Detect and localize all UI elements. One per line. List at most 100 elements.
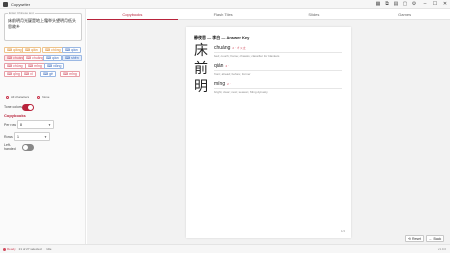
chip-label: qiān bbox=[31, 48, 38, 52]
pinyin-chip[interactable]: ⌨ xī bbox=[21, 71, 36, 77]
pinyin-text: míng bbox=[214, 81, 226, 87]
textbox-value[interactable]: 床前明月光疑是地上霜举头望明月低头思故乡 bbox=[8, 18, 78, 30]
keyboard-icon: ⌨ bbox=[45, 48, 51, 52]
keyboard-icon: ⌨ bbox=[24, 72, 30, 76]
radio-none[interactable] bbox=[37, 95, 41, 99]
tab-slides[interactable]: Slides bbox=[269, 9, 360, 19]
reset-button[interactable]: ⟲ Reset bbox=[405, 235, 425, 242]
page-number: 1/4 bbox=[340, 229, 345, 233]
pinyin: qián 2 ˊ bbox=[214, 63, 229, 69]
status-bar: Ready 21 of 27 selected · Idle v1.0.0 bbox=[0, 244, 450, 253]
hanzi: 床 bbox=[194, 43, 208, 59]
tab-games[interactable]: Games bbox=[359, 9, 450, 19]
chip-label: mīng bbox=[34, 64, 42, 68]
chip-label: chǔng bbox=[13, 64, 23, 68]
per-row-label: Per row bbox=[4, 123, 17, 127]
keyboard-icon: ⌨ bbox=[65, 48, 71, 52]
selection-radio-group: All characters None bbox=[6, 95, 57, 99]
status-selection: 21 of 27 selected bbox=[18, 247, 42, 251]
status-separator: · bbox=[43, 247, 45, 251]
character-entry: 床 chuáng 2 ˊ ㄔㄨㄤ bed; couch; frame; chass… bbox=[194, 43, 344, 61]
rows-value: 1 bbox=[17, 134, 19, 139]
per-row-value: 8 bbox=[20, 122, 22, 127]
keyboard-icon: ⌨ bbox=[46, 56, 52, 60]
pinyin-chip[interactable]: ⌨ chōng bbox=[42, 47, 64, 53]
rows-label: Rows bbox=[4, 135, 13, 139]
chip-label: qīng bbox=[13, 72, 20, 76]
sidebar: Enter Chinese text 床前明月光疑是地上霜举头望明月低头思故乡 … bbox=[0, 9, 86, 244]
pinyin-chip[interactable]: ⌨ chǔng bbox=[4, 63, 26, 69]
section-title-copybooks: Copybooks bbox=[4, 113, 26, 118]
status-dot-icon bbox=[3, 247, 6, 251]
back-button[interactable]: ← Back bbox=[426, 235, 445, 242]
gloss: front; ahead; before; former bbox=[214, 72, 251, 76]
chip-label: xiōng bbox=[53, 64, 62, 68]
minimize-button[interactable]: – bbox=[420, 0, 430, 9]
chinese-text-input[interactable]: Enter Chinese text 床前明月光疑是地上霜举头望明月低头思故乡 bbox=[4, 11, 82, 41]
close-button[interactable]: ✕ bbox=[440, 0, 450, 9]
app-title: Copywriter bbox=[11, 1, 31, 7]
tab-copybooks[interactable]: Copybooks bbox=[87, 9, 178, 20]
per-row-select[interactable]: 8 ▼ bbox=[17, 120, 54, 129]
chip-label: shēn bbox=[71, 56, 79, 60]
pinyin-text: qián bbox=[214, 63, 224, 69]
tone-colors-label: Tone colors bbox=[4, 105, 22, 109]
tab-bar: Copybooks Flash Tiles Slides Games bbox=[87, 9, 450, 20]
character-entry: 前 qián 2 ˊ front; ahead; before; former bbox=[194, 61, 344, 79]
tab-flash-tiles[interactable]: Flash Tiles bbox=[178, 9, 269, 19]
chip-label: gē bbox=[49, 72, 53, 76]
hanzi: 明 bbox=[194, 79, 208, 95]
pinyin-chip[interactable]: ⌨ qián bbox=[62, 47, 81, 53]
rows-select[interactable]: 1 ▼ bbox=[14, 132, 50, 141]
chip-label: chuāng bbox=[32, 56, 44, 60]
settings-icon[interactable]: ⚙ bbox=[411, 1, 417, 7]
back-label: Back bbox=[433, 236, 442, 241]
left-handed-toggle[interactable] bbox=[22, 144, 34, 151]
pinyin: míng 2 ˊ bbox=[214, 81, 231, 87]
archive-icon[interactable]: ▤ bbox=[393, 1, 399, 7]
divider bbox=[214, 52, 342, 53]
radio-all-characters[interactable] bbox=[6, 95, 9, 99]
gloss: bright; clear; next; season; Ming dynast… bbox=[214, 90, 268, 94]
pinyin-chip[interactable]: ⌨ qiān bbox=[22, 47, 41, 53]
title-bar: Copywriter ▦ ⧉ ▤ ▢ ⚙ – ☐ ✕ bbox=[0, 0, 450, 9]
maximize-button[interactable]: ☐ bbox=[430, 0, 440, 9]
pinyin-chip[interactable]: ⌨ mīng bbox=[60, 71, 80, 77]
left-handed-label: Left-handed bbox=[4, 143, 16, 151]
keyboard-icon: ⌨ bbox=[28, 64, 34, 68]
page-title: 静夜思 — 李白 — Answer Key bbox=[194, 35, 250, 40]
gloss: bed; couch; frame; chassis; classifier f… bbox=[214, 54, 280, 58]
radio-all-label: All characters bbox=[11, 95, 30, 99]
chip-label: qián bbox=[71, 48, 78, 52]
chat-icon[interactable]: ▢ bbox=[402, 1, 408, 7]
divider bbox=[214, 70, 342, 71]
pinyin-chip[interactable]: ⌨ mīng bbox=[25, 63, 45, 69]
chevron-down-icon: ▼ bbox=[44, 134, 47, 139]
reset-icon: ⟲ bbox=[408, 236, 411, 241]
pinyin-chip[interactable]: ⌨ xiōng bbox=[44, 63, 65, 69]
app-logo-icon bbox=[3, 1, 8, 7]
pinyin-text: chuáng bbox=[214, 45, 231, 51]
worksheet-page: 静夜思 — 李白 — Answer Key 床 chuáng 2 ˊ ㄔㄨㄤ be… bbox=[186, 27, 351, 238]
chip-label: qián bbox=[52, 56, 59, 60]
grid-icon[interactable]: ▦ bbox=[375, 1, 381, 7]
main-content: 静夜思 — 李白 — Answer Key 床 chuáng 2 ˊ ㄔㄨㄤ be… bbox=[87, 20, 450, 244]
pinyin: chuáng 2 ˊ ㄔㄨㄤ bbox=[214, 45, 246, 51]
tone-colors-toggle[interactable] bbox=[22, 104, 34, 111]
chip-label: chōng bbox=[51, 48, 61, 52]
tone-mark: 2 ˊ bbox=[225, 64, 229, 68]
toggle-knob bbox=[23, 145, 28, 150]
character-entry: 明 míng 2 ˊ bright; clear; next; season; M… bbox=[194, 79, 344, 97]
copy-icon[interactable]: ⧉ bbox=[384, 1, 390, 7]
keyboard-icon: ⌨ bbox=[65, 56, 71, 60]
keyboard-icon: ⌨ bbox=[7, 64, 13, 68]
keyboard-icon: ⌨ bbox=[26, 56, 32, 60]
pinyin-chip[interactable]: ⌨ gē bbox=[40, 71, 56, 77]
keyboard-icon: ⌨ bbox=[63, 72, 69, 76]
radio-none-label: None bbox=[42, 95, 50, 99]
pinyin-chip[interactable]: ⌨ shēn bbox=[62, 55, 82, 61]
keyboard-icon: ⌨ bbox=[7, 72, 13, 76]
pinyin-chip[interactable]: ⌨ qián bbox=[43, 55, 62, 61]
tone-mark: 2 ˊ ㄔㄨㄤ bbox=[232, 46, 246, 50]
hanzi: 前 bbox=[194, 61, 208, 77]
